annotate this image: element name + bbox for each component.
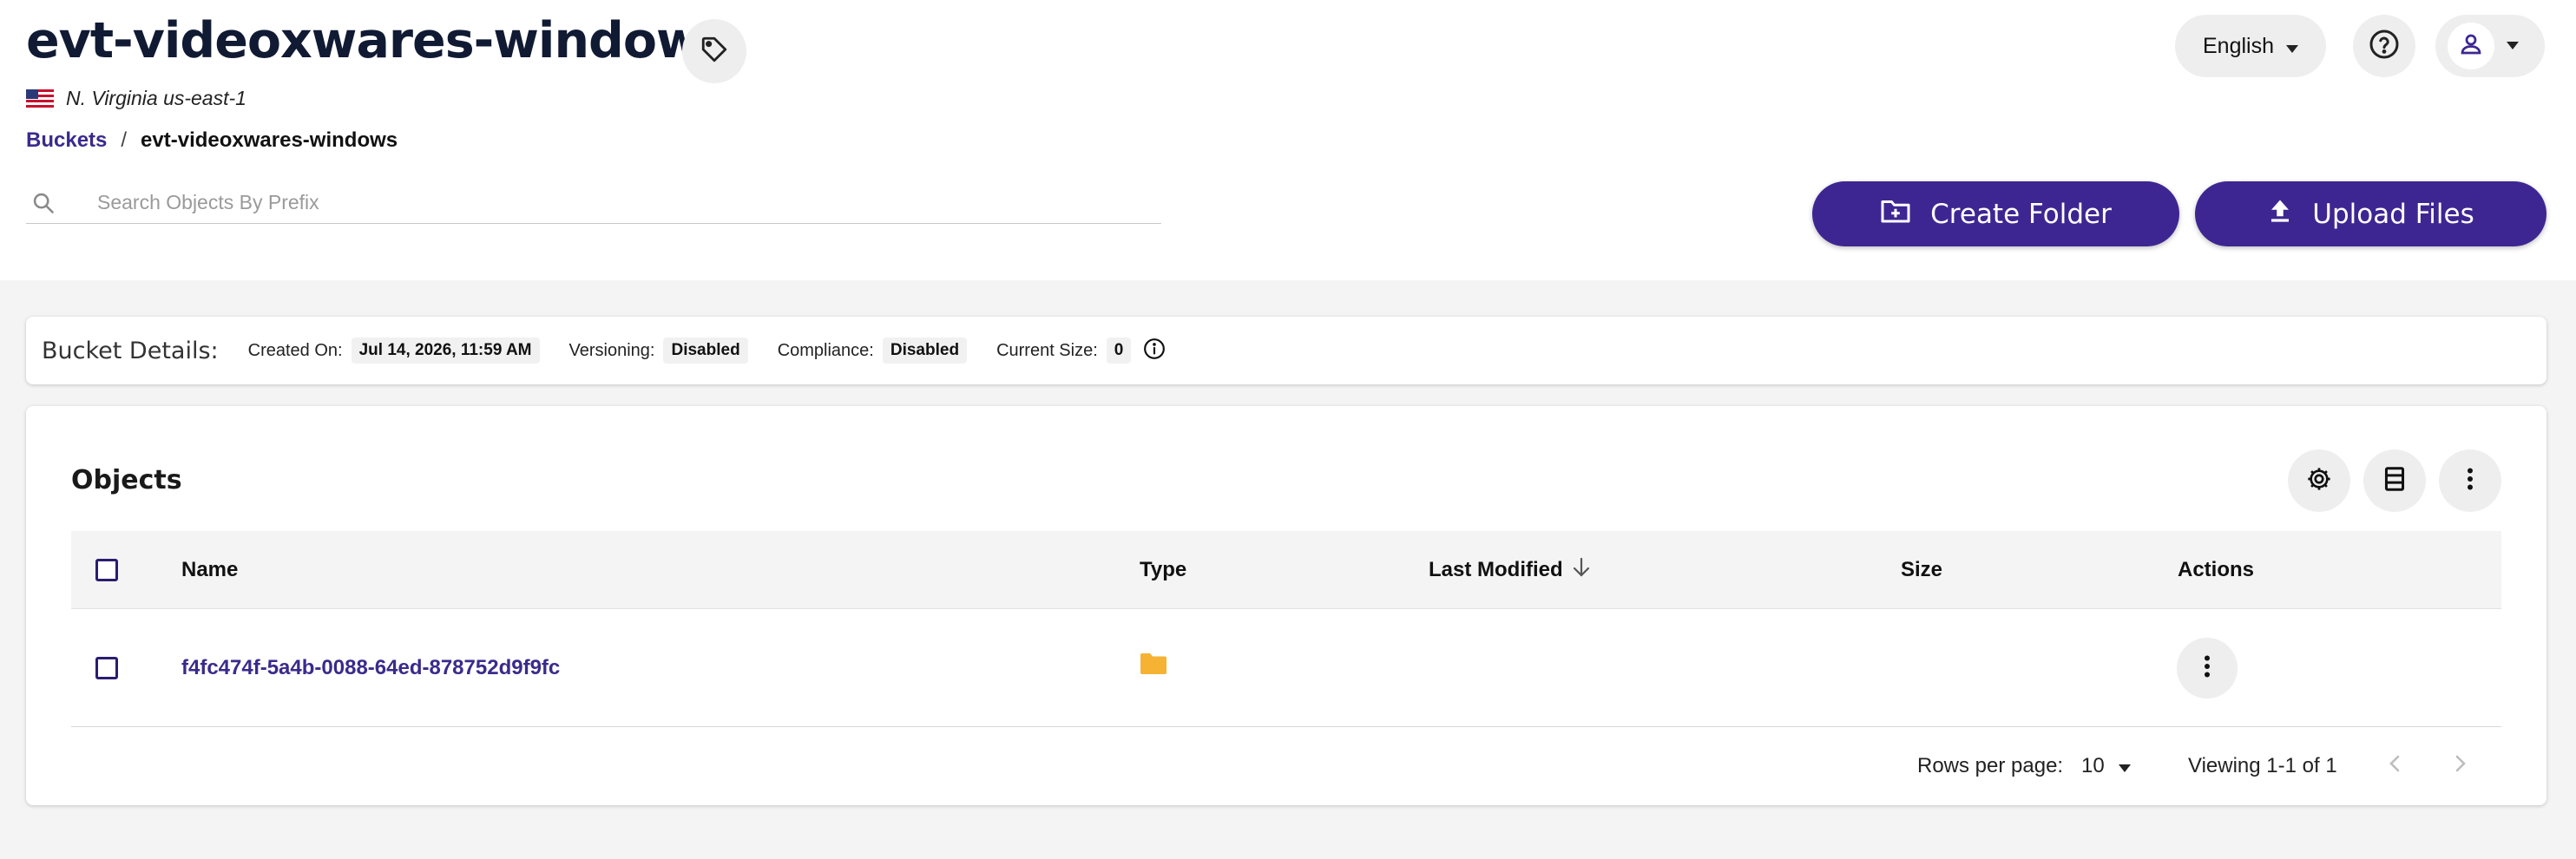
us-flag-icon	[26, 89, 54, 108]
column-header-type[interactable]: Type	[1140, 531, 1186, 609]
more-vertical-icon	[2204, 655, 2211, 682]
chevron-right-icon	[2454, 754, 2467, 779]
column-actions-label: Actions	[2178, 558, 2255, 581]
versioning-value: Disabled	[663, 338, 748, 364]
table-row[interactable]: f4fc474f-5a4b-0088-64ed-878752d9f9fc	[71, 609, 2501, 727]
page-title: evt-videoxwares-windows	[26, 12, 731, 69]
search-input[interactable]	[97, 191, 1121, 214]
created-on-label: Created On:	[247, 340, 343, 360]
breadcrumb-buckets-link[interactable]: Buckets	[26, 128, 107, 153]
language-selector[interactable]: English	[2175, 15, 2326, 77]
column-name-label: Name	[181, 558, 239, 581]
column-header-size[interactable]: Size	[1901, 531, 1942, 609]
current-size-label: Current Size:	[996, 340, 1098, 360]
region-label: N. Virginia us-east-1	[66, 86, 246, 109]
column-last-modified-label: Last Modified	[1429, 558, 1563, 581]
chevron-left-icon	[2389, 754, 2401, 779]
table-header: Name Type Last Modified Size Actions	[71, 531, 2501, 609]
bucket-details-title: Bucket Details:	[42, 337, 219, 364]
rows-per-page-select[interactable]: 10	[2081, 729, 2131, 803]
objects-card: Objects Name Type Last Modified Size Act…	[26, 406, 2546, 805]
settings-button[interactable]	[2288, 449, 2350, 512]
rows-per-page-value: 10	[2081, 754, 2105, 777]
page-header: evt-videoxwares-windows N. Virginia us-e…	[0, 0, 2576, 280]
folder-icon	[1140, 652, 1167, 679]
breadcrumb-current: evt-videoxwares-windows	[141, 128, 398, 152]
compliance-value: Disabled	[882, 338, 968, 364]
tag-icon	[700, 35, 729, 69]
bucket-region: N. Virginia us-east-1	[26, 85, 246, 111]
versioning-label: Versioning:	[568, 340, 655, 360]
list-icon	[2382, 466, 2407, 496]
list-view-button[interactable]	[2363, 449, 2426, 512]
column-header-last-modified[interactable]: Last Modified	[1429, 531, 1591, 609]
objects-title: Objects	[71, 465, 182, 495]
tag-button[interactable]	[682, 19, 746, 83]
upload-files-button[interactable]: Upload Files	[2195, 181, 2546, 246]
previous-page-button[interactable]	[2389, 729, 2401, 803]
upload-icon	[2267, 198, 2293, 231]
row-checkbox[interactable]	[95, 657, 118, 679]
pagination-status: Viewing 1-1 of 1	[2188, 754, 2337, 777]
current-size-value: 0	[1106, 338, 1132, 364]
more-options-button[interactable]	[2439, 449, 2501, 512]
user-menu-button[interactable]	[2435, 15, 2545, 77]
info-icon[interactable]	[1143, 338, 1166, 364]
help-icon	[2369, 29, 2400, 64]
compliance-label: Compliance:	[777, 340, 874, 360]
create-folder-label: Create Folder	[1930, 198, 2112, 230]
object-name-link[interactable]: f4fc474f-5a4b-0088-64ed-878752d9f9fc	[181, 609, 560, 727]
language-label: English	[2203, 33, 2274, 58]
search-bar	[26, 182, 1161, 224]
help-button[interactable]	[2353, 15, 2415, 77]
bucket-details-card: Bucket Details: Created On: Jul 14, 2026…	[26, 317, 2546, 384]
avatar	[2448, 23, 2494, 69]
created-on-value: Jul 14, 2026, 11:59 AM	[351, 338, 540, 364]
upload-files-label: Upload Files	[2312, 198, 2474, 230]
arrow-down-icon	[1572, 557, 1591, 584]
more-vertical-icon	[2467, 468, 2474, 495]
gear-icon	[2305, 465, 2333, 497]
column-header-actions: Actions	[2178, 531, 2254, 609]
row-actions-button[interactable]	[2177, 638, 2238, 698]
breadcrumb-separator: /	[121, 128, 128, 152]
column-size-label: Size	[1901, 558, 1943, 581]
caret-down-icon	[2507, 38, 2519, 54]
select-all-checkbox[interactable]	[95, 559, 118, 581]
breadcrumb: Buckets / evt-videoxwares-windows	[26, 128, 398, 153]
column-type-label: Type	[1140, 558, 1187, 581]
caret-down-icon	[2118, 754, 2131, 778]
create-folder-button[interactable]: Create Folder	[1812, 181, 2179, 246]
column-header-name[interactable]: Name	[181, 531, 238, 609]
next-page-button[interactable]	[2454, 729, 2467, 803]
folder-plus-icon	[1880, 198, 1911, 231]
user-icon	[2458, 31, 2484, 62]
rows-per-page-label: Rows per page:	[1917, 754, 2064, 777]
search-icon	[26, 191, 97, 215]
caret-down-icon	[2286, 34, 2298, 59]
